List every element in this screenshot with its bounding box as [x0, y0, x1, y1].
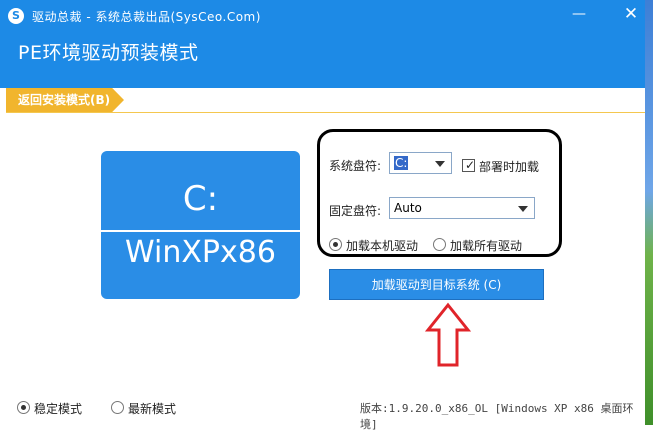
- window-title: 驱动总裁 - 系统总裁出品(SysCeo.Com): [32, 10, 261, 24]
- fixed-drive-value: Auto: [394, 201, 422, 215]
- radio-selected-dot: [333, 242, 338, 247]
- latest-mode-label: 最新模式: [128, 402, 177, 416]
- radio-load-all-label: 加载所有驱动: [450, 239, 523, 253]
- fixed-drive-select[interactable]: Auto: [389, 197, 535, 219]
- deploy-load-checkbox[interactable]: ✓: [462, 158, 476, 172]
- red-up-arrow-icon: [425, 302, 471, 367]
- radio-load-local-label: 加载本机驱动: [346, 239, 419, 253]
- drive-tile: C: WinXPx86: [101, 151, 300, 299]
- drive-tile-divider: [101, 230, 300, 232]
- back-to-install-mode-button[interactable]: 返回安装模式(B): [6, 88, 124, 112]
- load-drivers-button[interactable]: 加载驱动到目标系统 (C): [329, 269, 544, 300]
- radio-load-all-drivers[interactable]: [433, 238, 446, 251]
- title-bar: S 驱动总裁 - 系统总裁出品(SysCeo.Com) — ✕ PE环境驱动预装…: [0, 0, 645, 88]
- app-window: S 驱动总裁 - 系统总裁出品(SysCeo.Com) — ✕ PE环境驱动预装…: [0, 0, 645, 431]
- page-title: PE环境驱动预装模式: [18, 42, 199, 64]
- system-drive-label: 系统盘符:: [329, 159, 382, 173]
- radio-selected-dot: [21, 405, 26, 410]
- deploy-load-label: 部署时加载: [479, 160, 540, 174]
- radio-stable-mode[interactable]: [17, 401, 30, 414]
- drive-letter: C:: [182, 179, 219, 219]
- tab-underline: [6, 112, 645, 113]
- chevron-down-icon: [435, 161, 445, 167]
- radio-load-local-drivers[interactable]: [329, 238, 342, 251]
- chevron-down-icon: [518, 206, 528, 212]
- fixed-drive-label: 固定盘符:: [329, 204, 382, 218]
- drive-os-label: WinXPx86: [125, 235, 276, 270]
- stable-mode-label: 稳定模式: [34, 402, 83, 416]
- system-drive-value: C:: [394, 156, 409, 170]
- system-drive-select[interactable]: C:: [389, 152, 452, 174]
- minimize-button[interactable]: —: [568, 4, 590, 24]
- radio-latest-mode[interactable]: [111, 401, 124, 414]
- version-info: 版本:1.9.20.0_x86_OL [Windows XP x86 桌面环境]: [360, 402, 634, 431]
- checkmark-icon: ✓: [465, 158, 476, 172]
- app-logo-icon: S: [8, 8, 24, 24]
- close-button[interactable]: ✕: [620, 4, 642, 24]
